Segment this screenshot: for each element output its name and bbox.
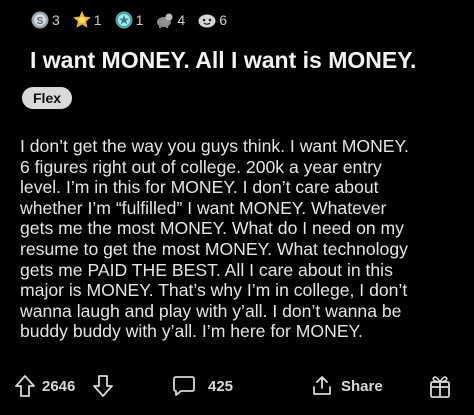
platinum-award-icon bbox=[115, 11, 133, 29]
comment-count[interactable]: 425 bbox=[208, 370, 233, 402]
post-body-line: level. I’m in this for MONEY. I don’t ca… bbox=[20, 177, 379, 198]
post-body-line: resume to get the most MONEY. What techn… bbox=[20, 238, 408, 259]
post-body-line: major is MONEY. That’s why I’m in colleg… bbox=[20, 280, 408, 301]
award-count: 1 bbox=[93, 12, 102, 28]
downvote-button[interactable] bbox=[92, 370, 114, 402]
post-body-line: whether I’m “fulfilled” I want MONEY. Wh… bbox=[20, 197, 387, 218]
award-gold[interactable]: 1 bbox=[72, 10, 102, 30]
share-icon bbox=[313, 376, 331, 395]
downvote-arrow-icon bbox=[93, 375, 113, 397]
post-body-line: 6 figures right out of college. 200k a y… bbox=[20, 156, 382, 177]
upvote-button[interactable] bbox=[14, 370, 36, 402]
award-wholesome[interactable]: 6 bbox=[197, 10, 227, 30]
post-body: I don’t get the way you guys think. I wa… bbox=[20, 136, 470, 342]
svg-text:S: S bbox=[37, 16, 44, 27]
helpful-award-icon bbox=[157, 13, 173, 28]
post-body-line: gets me the most MONEY. What do I need o… bbox=[20, 218, 404, 239]
gold-award-icon bbox=[72, 11, 91, 28]
award-platinum[interactable]: 1 bbox=[114, 10, 144, 30]
post-title[interactable]: I want MONEY. All I want is MONEY. bbox=[30, 47, 416, 74]
comment-bubble-icon bbox=[173, 376, 195, 396]
share-label: Share bbox=[341, 377, 383, 395]
vote-count: 2646 bbox=[42, 370, 75, 402]
post-body-line: wanna laugh and play with y’all. I don’t… bbox=[20, 300, 402, 321]
award-count: 1 bbox=[135, 12, 144, 28]
award-silver[interactable]: S 3 bbox=[30, 10, 60, 30]
post-action-bar: 2646 425 Share bbox=[0, 370, 474, 402]
award-helpful[interactable]: 4 bbox=[155, 10, 185, 30]
give-award-icon bbox=[430, 376, 450, 398]
vote-count-label: 2646 bbox=[42, 377, 76, 395]
give-award-button[interactable] bbox=[428, 370, 452, 402]
flair-badge[interactable]: Flex bbox=[22, 87, 73, 109]
share-button[interactable]: Share bbox=[311, 370, 383, 402]
silver-award-icon: S bbox=[31, 11, 49, 29]
comment-count-label: 425 bbox=[208, 377, 234, 395]
upvote-arrow-icon bbox=[15, 375, 35, 397]
post-body-line: gets me PAID THE BEST. All I care about … bbox=[20, 259, 393, 280]
award-count: 6 bbox=[219, 12, 227, 28]
comments-button[interactable] bbox=[172, 370, 196, 402]
post-body-line: I don’t get the way you guys think. I wa… bbox=[20, 136, 409, 156]
awards-row: S 3 1 1 4 6 bbox=[30, 8, 239, 32]
wholesome-award-icon bbox=[198, 14, 216, 28]
post-body-line: buddy buddy with y’all. I’m here for MON… bbox=[20, 321, 363, 342]
award-count: 3 bbox=[52, 12, 60, 28]
award-count: 4 bbox=[177, 12, 186, 28]
